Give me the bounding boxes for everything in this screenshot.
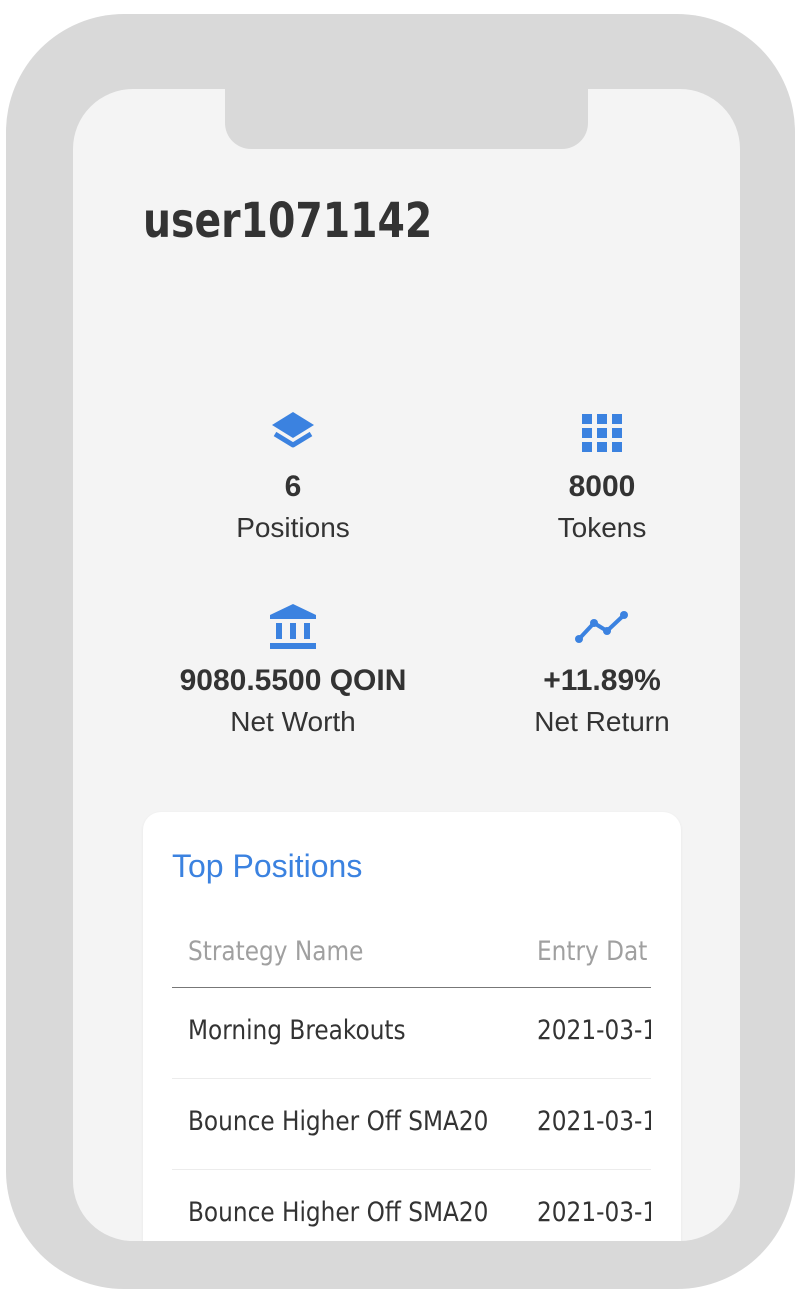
table-header: Strategy Name Entry Dat [172,917,651,988]
grid-icon [452,411,740,455]
bank-icon [143,604,443,649]
stat-tokens: 8000 Tokens [452,411,740,545]
phone-frame: user1071142 6 Positions 8000 Tokens 9080… [6,14,795,1289]
row-strategy-name: Bounce Higher Off SMA20 [188,1106,489,1137]
table-row[interactable]: Bounce Higher Off SMA20 2021-03-1 [172,1079,651,1170]
stat-net-return: +11.89% Net Return [452,605,740,739]
phone-notch [225,89,588,149]
phone-screen: user1071142 6 Positions 8000 Tokens 9080… [73,89,740,1241]
header-entry-date[interactable]: Entry Dat [537,935,647,969]
top-positions-title: Top Positions [172,848,363,884]
net-return-label: Net Return [534,706,670,737]
layers-icon [143,411,443,455]
stat-positions: 6 Positions [143,411,443,545]
row-strategy-name: Morning Breakouts [188,1015,406,1046]
row-strategy-name: Bounce Higher Off SMA20 [188,1197,489,1228]
table-row[interactable]: Bounce Higher Off SMA20 2021-03-1 [172,1170,651,1241]
tokens-value: 8000 [568,470,636,503]
net-worth-value: 9080.5500 QOIN [179,664,407,697]
positions-value: 6 [284,470,302,503]
top-positions-card: Top Positions Strategy Name Entry Dat Mo… [143,812,681,1241]
positions-label: Positions [236,512,350,543]
row-entry-date: 2021-03-1 [537,1015,651,1046]
tokens-label: Tokens [557,512,647,543]
row-entry-date: 2021-03-1 [537,1106,651,1137]
net-worth-label: Net Worth [230,706,356,737]
positions-table[interactable]: Strategy Name Entry Dat Morning Breakout… [172,917,651,1241]
trend-line-icon [452,605,740,649]
username-title: user1071142 [143,193,433,249]
net-return-value: +11.89% [543,664,661,697]
row-entry-date: 2021-03-1 [537,1197,651,1228]
header-strategy-name[interactable]: Strategy Name [188,935,363,969]
table-row[interactable]: Morning Breakouts 2021-03-1 [172,988,651,1079]
stat-net-worth: 9080.5500 QOIN Net Worth [143,604,443,739]
